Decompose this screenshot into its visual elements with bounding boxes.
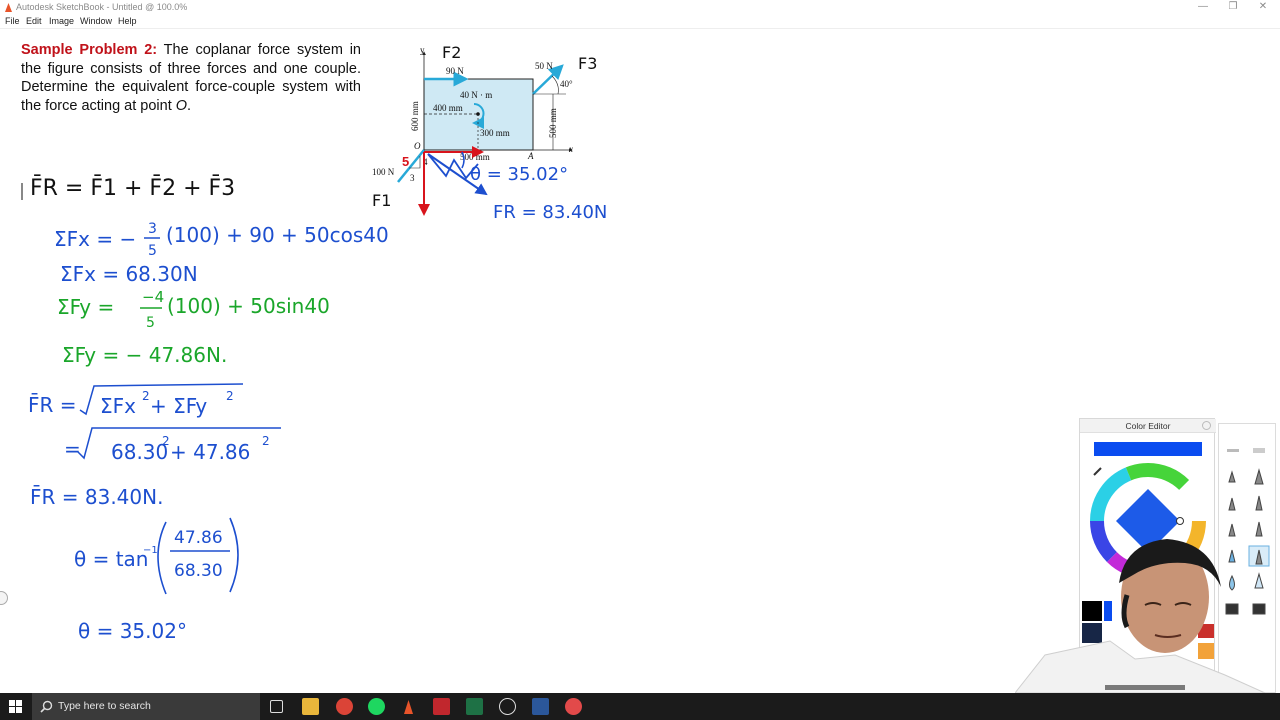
force-90-label: 90 N [446, 66, 464, 76]
work-line-9a: θ = tan [74, 547, 148, 571]
sketchbook-taskbar-icon[interactable] [400, 698, 417, 715]
x-axis-label: x [568, 144, 573, 154]
work-line-2b: (100) + 90 + 50cos40 [166, 223, 389, 247]
app-icon-red[interactable] [433, 698, 450, 715]
fr-figure-value: FR = 83.40N [493, 202, 607, 223]
angle-40-label: 40° [560, 79, 573, 89]
right-paren [229, 517, 239, 593]
ink-icon[interactable] [1255, 521, 1263, 537]
work-line-7c: 2 [162, 434, 170, 448]
excel-icon[interactable] [466, 698, 483, 715]
work-line-6e: 2 [226, 389, 234, 403]
search-placeholder: Type here to search [58, 700, 151, 712]
current-color-swatch[interactable] [1094, 442, 1202, 456]
f3-label: F3 [578, 54, 597, 73]
work-line-4-num: −4 [142, 288, 164, 306]
left-paren [157, 521, 167, 595]
color-picker-handle[interactable] [1176, 517, 1184, 525]
work-line-7a: = [64, 437, 81, 461]
work-line-6b: ΣFx [100, 394, 136, 418]
file-explorer-icon[interactable] [302, 698, 319, 715]
color-editor-title: Color Editor [1080, 419, 1216, 433]
work-line-7d: + 47.86 [170, 440, 250, 464]
word-icon[interactable] [532, 698, 549, 715]
work-line-4-den: 5 [146, 315, 155, 331]
f1-label: F1 [372, 191, 391, 210]
task-view-icon[interactable] [270, 700, 283, 713]
y-axis-label: y [420, 45, 425, 55]
marker-icon[interactable] [1254, 468, 1264, 485]
force-50-label: 50 N [535, 61, 553, 71]
pen-icon[interactable] [1228, 497, 1236, 511]
couple-label: 40 N · m [460, 90, 492, 100]
webcam-overlay [1015, 535, 1280, 693]
dim-400-label: 400 mm [433, 103, 463, 113]
angle-arc [551, 75, 559, 95]
work-line-2a: ΣFx = − [54, 227, 136, 251]
lines-icon[interactable] [1253, 448, 1265, 453]
search-icon [40, 700, 53, 713]
point-a-label: A [527, 151, 534, 161]
slope-5-label: 5 [402, 154, 409, 169]
work-line-4b: (100) + 50sin40 [167, 294, 330, 318]
spotify-icon[interactable] [368, 698, 385, 715]
taskbar: Type here to search [0, 693, 1280, 720]
work-line-1: F̄R = F̄1 + F̄2 + F̄3 [30, 175, 235, 201]
work-line-6a: F̄R = [28, 392, 77, 417]
work-line-3: ΣFx = 68.30N [60, 262, 198, 286]
force-100-label: 100 N [372, 167, 395, 177]
work-line-7e: 2 [262, 434, 270, 448]
close-icon[interactable] [1202, 421, 1211, 430]
settings-icon[interactable] [1227, 449, 1239, 452]
chrome-icon[interactable] [336, 698, 353, 715]
work-line-7b: 68.30 [111, 440, 168, 464]
theta-figure-value: θ = 35.02° [470, 164, 568, 185]
pencil-icon[interactable] [1228, 470, 1236, 483]
screen-recorder-icon[interactable] [565, 698, 582, 715]
work-line-9-num: 47.86 [174, 528, 223, 548]
work-line-10: θ = 35.02° [78, 619, 187, 643]
point-o-label: O [414, 141, 421, 151]
slope-3-label: 3 [410, 173, 415, 183]
work-line-9-sup: −1 [143, 545, 158, 556]
f2-label: F2 [442, 43, 461, 62]
work-line-2-num: 3 [148, 221, 157, 237]
windows-start-icon[interactable] [9, 700, 22, 713]
work-line-8: F̄R = 83.40N. [30, 484, 163, 509]
clock-app-icon[interactable] [499, 698, 516, 715]
dim-600-label: 600 mm [410, 101, 420, 131]
work-line-2-den: 5 [148, 243, 157, 259]
airbrush-icon[interactable] [1255, 495, 1263, 511]
dim-300-label: 300 mm [480, 128, 510, 138]
work-line-6d: + ΣFy [150, 394, 207, 418]
presenter-video [1015, 539, 1266, 693]
work-line-6c: 2 [142, 389, 150, 403]
work-line-5: ΣFy = − 47.86N. [62, 343, 227, 367]
work-line-9-den: 68.30 [174, 561, 223, 581]
dim-500v-label: 500 mm [548, 108, 558, 138]
work-line-4a: ΣFy = [57, 295, 114, 319]
taskbar-search[interactable]: Type here to search [32, 693, 260, 720]
